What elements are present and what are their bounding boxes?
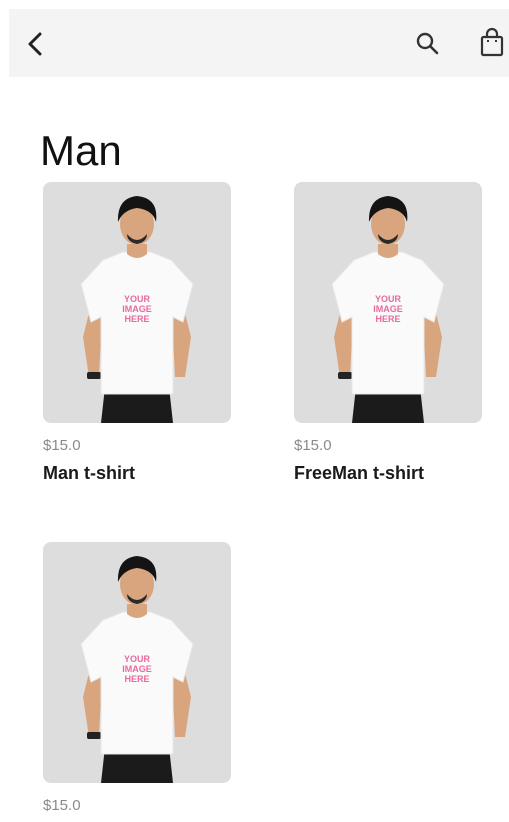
search-button[interactable] — [413, 29, 443, 59]
shopping-bag-icon — [480, 27, 504, 57]
product-image: YOUR IMAGE HERE — [294, 182, 482, 423]
product-card[interactable]: YOUR IMAGE HERE $15.0 Man t-shirt — [43, 182, 233, 484]
print-line: YOUR — [375, 294, 402, 304]
product-price: $15.0 — [294, 437, 332, 454]
product-name: FreeMan t-shirt — [294, 463, 425, 483]
product-name: Man t-shirt — [43, 463, 135, 483]
print-line: IMAGE — [373, 304, 403, 314]
cart-button[interactable] — [477, 27, 507, 59]
product-price: $15.0 — [43, 797, 81, 814]
product-image: YOUR IMAGE HERE — [43, 182, 231, 423]
print-line: YOUR — [124, 654, 151, 664]
product-card[interactable]: YOUR IMAGE HERE $15.0 FreeMan t-shirt — [294, 182, 484, 484]
print-line: YOUR — [124, 294, 151, 304]
search-icon — [416, 32, 439, 55]
print-line: IMAGE — [122, 664, 152, 674]
print-line: IMAGE — [122, 304, 152, 314]
product-price: $15.0 — [43, 437, 81, 454]
page-title: Man — [40, 127, 122, 175]
top-app-bar — [9, 9, 509, 77]
print-line: HERE — [375, 314, 400, 324]
back-button[interactable] — [19, 27, 53, 61]
product-image: YOUR IMAGE HERE — [43, 542, 231, 783]
chevron-left-icon — [28, 32, 42, 56]
product-card[interactable]: YOUR IMAGE HERE $15.0 — [43, 542, 233, 822]
print-line: HERE — [124, 674, 149, 684]
print-line: HERE — [124, 314, 149, 324]
